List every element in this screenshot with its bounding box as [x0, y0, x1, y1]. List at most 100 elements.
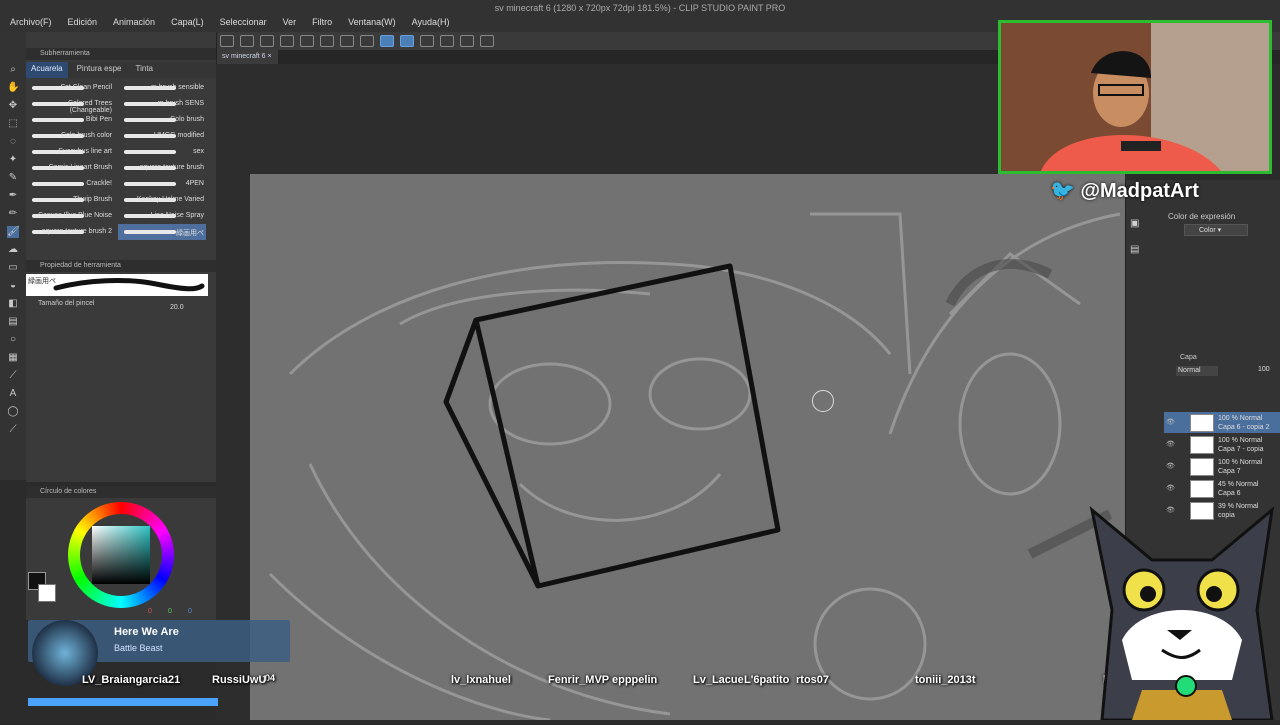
figure-icon[interactable]: ○ — [7, 334, 19, 346]
text-icon[interactable]: A — [7, 388, 19, 400]
brush-item[interactable]: Colo brush — [118, 112, 206, 128]
ruler-tool-icon[interactable]: ⟋ — [7, 370, 19, 382]
select-icon[interactable]: ⬚ — [7, 118, 19, 130]
flip-icon[interactable] — [460, 35, 474, 47]
save-icon[interactable] — [260, 35, 274, 47]
menu-archivo[interactable]: Archivo(F) — [10, 17, 52, 27]
saturation-value-square[interactable] — [92, 526, 150, 584]
hand-icon[interactable]: ✋ — [7, 82, 19, 94]
brush-item[interactable]: sex — [118, 144, 206, 160]
brush-item[interactable]: Thwip Brush — [26, 192, 114, 208]
brush-item[interactable]: m brush SENS — [118, 96, 206, 112]
brush-item[interactable]: m brush sensible — [118, 80, 206, 96]
fill-icon[interactable] — [340, 35, 354, 47]
brush-size-value[interactable]: 20.0 — [170, 304, 184, 311]
viewer-name: toniii_2013t — [915, 674, 976, 686]
menu-ver[interactable]: Ver — [283, 17, 297, 27]
crop-icon[interactable] — [440, 35, 454, 47]
menu-ayuda[interactable]: Ayuda(H) — [412, 17, 450, 27]
brush-item[interactable]: Comic Lineart Brush — [26, 160, 114, 176]
layer-row[interactable]: 👁 100 % Normal Capa 6 - copia 2 — [1164, 412, 1280, 433]
brush-item[interactable]: Colo brush color — [26, 128, 114, 144]
blend-icon[interactable]: ◒ — [7, 280, 19, 292]
zoom-icon[interactable]: ⌕ — [7, 64, 19, 76]
tab-tinta[interactable]: Tinta — [131, 62, 159, 78]
color-readout-b: 0 — [188, 608, 192, 615]
tab-pintura-especial[interactable]: Pintura espe — [72, 62, 127, 78]
pencil-icon[interactable]: ✏ — [7, 208, 19, 220]
layer-opacity[interactable]: 100 — [1258, 366, 1270, 373]
brush-cursor — [812, 390, 834, 412]
viewer-name: epppelin — [612, 674, 658, 686]
brush-item[interactable]: Crackle! — [26, 176, 114, 192]
wand-icon[interactable]: ✦ — [7, 154, 19, 166]
eyedropper-icon[interactable]: ✎ — [7, 172, 19, 184]
menu-filtro[interactable]: Filtro — [312, 17, 332, 27]
lasso-icon[interactable]: ◌ — [7, 136, 19, 148]
sub-color-swatch[interactable] — [38, 584, 56, 602]
sketch-drawing — [268, 212, 1121, 722]
brush-item[interactable]: Canvas Illus Blue Noise — [26, 208, 114, 224]
twitter-handle: 🐦 @MadpatArt — [1050, 180, 1199, 202]
brush-item[interactable]: square texture brush 2 — [26, 224, 114, 240]
layer-row[interactable]: 👁 100 % Normal Capa 7 - copia — [1164, 434, 1280, 455]
menu-edicion[interactable]: Edición — [68, 17, 98, 27]
eraser-icon[interactable]: ▭ — [7, 262, 19, 274]
tab-acuarela[interactable]: Acuarela — [26, 62, 68, 78]
snap-guide-icon[interactable] — [400, 35, 414, 47]
brush-item[interactable]: Succubus line art — [26, 144, 114, 160]
expression-color-label: Color de expresión — [1168, 212, 1236, 221]
tool-property-header: Propiedad de herramienta — [26, 260, 216, 272]
menu-animacion[interactable]: Animación — [113, 17, 155, 27]
airbrush-icon[interactable]: ☁ — [7, 244, 19, 256]
canvas-area[interactable] — [216, 64, 1125, 722]
new-file-icon[interactable] — [220, 35, 234, 47]
move-icon[interactable]: ✥ — [7, 100, 19, 112]
main-menu: Archivo(F) Edición Animación Capa(L) Sel… — [10, 17, 450, 27]
menu-seleccionar[interactable]: Seleccionar — [220, 17, 267, 27]
brush-item[interactable]: Bibi Pen — [26, 112, 114, 128]
brush-item[interactable]: Kaokey Holme Varied — [118, 192, 206, 208]
layer-row[interactable]: 👁 100 % Normal Capa 7 — [1164, 456, 1280, 477]
grid-icon[interactable] — [480, 35, 494, 47]
ruler-icon[interactable] — [420, 35, 434, 47]
subtool-panel: Subherramienta Acuarela Pintura espe Tin… — [26, 32, 217, 482]
webcam-overlay — [998, 20, 1272, 174]
transform-icon[interactable] — [360, 35, 374, 47]
layer-property-icon[interactable]: ▤ — [1130, 244, 1139, 255]
pen-icon[interactable]: ✒ — [7, 190, 19, 202]
snap-ruler-icon[interactable] — [380, 35, 394, 47]
brush-size-label: Tamaño del pincel — [38, 300, 95, 307]
now-playing-widget: Here We Are Battle Beast — [28, 620, 290, 686]
brush-item[interactable]: Colored Trees (Changeable) — [26, 96, 114, 114]
navigator-icon[interactable]: ▣ — [1130, 218, 1139, 229]
redo-icon[interactable] — [300, 35, 314, 47]
undo-icon[interactable] — [280, 35, 294, 47]
brush-item[interactable]: Sst Clean Pencil — [26, 80, 114, 96]
canvas[interactable] — [250, 174, 1125, 722]
brush-list: Sst Clean Pencil m brush sensible Colore… — [26, 80, 208, 240]
brush-item[interactable]: square texture brush — [118, 160, 206, 176]
gradient-icon[interactable]: ▤ — [7, 316, 19, 328]
layer-thumbnail — [1190, 436, 1214, 454]
visibility-icon[interactable]: 👁 — [1166, 462, 1175, 470]
clear-icon[interactable] — [320, 35, 334, 47]
layer-header: Capa — [1180, 354, 1197, 361]
open-file-icon[interactable] — [240, 35, 254, 47]
visibility-icon[interactable]: 👁 — [1166, 440, 1175, 448]
frame-icon[interactable]: ▦ — [7, 352, 19, 364]
brush-icon[interactable]: 🖌 — [7, 226, 20, 238]
balloon-icon[interactable]: ◯ — [7, 406, 19, 418]
menu-capa[interactable]: Capa(L) — [171, 17, 204, 27]
brush-item[interactable]: 4PEN — [118, 176, 206, 192]
fill-tool-icon[interactable]: ◧ — [7, 298, 19, 310]
blend-mode-select[interactable]: Normal — [1176, 366, 1218, 376]
brush-item-selected[interactable]: 緑画用ペ — [118, 224, 206, 240]
brush-item[interactable]: HMGG modified — [118, 128, 206, 144]
menu-ventana[interactable]: Ventana(W) — [348, 17, 396, 27]
document-tab[interactable]: sv minecraft 6 × — [216, 50, 278, 64]
correction-icon[interactable]: ⟋ — [7, 424, 19, 436]
visibility-icon[interactable]: 👁 — [1166, 418, 1175, 426]
brush-item[interactable]: Line Noise Spray — [118, 208, 206, 224]
expression-color-select[interactable]: Color ▾ — [1184, 224, 1248, 236]
